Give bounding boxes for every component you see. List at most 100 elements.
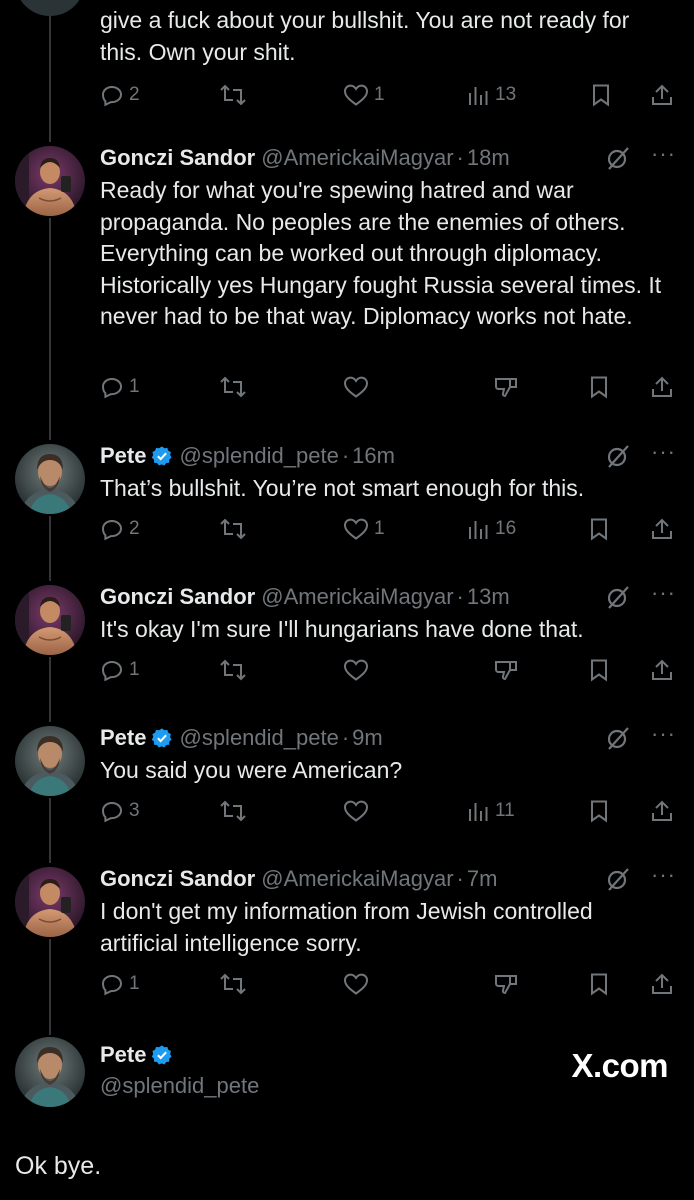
reply-icon xyxy=(101,85,123,107)
tweet-text: Ok bye. xyxy=(15,1152,102,1180)
avatar[interactable] xyxy=(15,1037,85,1107)
timestamp[interactable]: 13m xyxy=(467,584,510,610)
repost-icon xyxy=(220,84,246,106)
reply-count: 1 xyxy=(129,659,140,680)
views-count: 11 xyxy=(495,800,515,821)
author-name[interactable]: Gonczi Sandor xyxy=(100,584,255,610)
repost-button[interactable] xyxy=(220,370,246,404)
timestamp[interactable]: 9m xyxy=(352,725,383,751)
avatar[interactable] xyxy=(15,146,85,216)
timestamp[interactable]: 7m xyxy=(467,866,498,892)
separator: · xyxy=(456,145,464,170)
tweet-header: Gonczi Sandor @AmerickaiMagyar · 18m ··· xyxy=(100,142,676,174)
reply-count: 3 xyxy=(129,800,140,821)
reply-button[interactable]: 1 xyxy=(100,653,140,687)
downvote-button[interactable] xyxy=(494,370,520,404)
reply-count: 1 xyxy=(129,973,140,994)
timestamp[interactable]: 18m xyxy=(467,145,510,171)
share-icon xyxy=(652,518,672,539)
author-name[interactable]: Gonczi Sandor xyxy=(100,866,255,892)
like-button[interactable] xyxy=(343,967,374,1001)
author-handle[interactable]: @AmerickaiMagyar xyxy=(261,145,453,171)
tweet-header: Pete @splendid_pete · 16m ··· xyxy=(100,440,676,472)
reply-button[interactable]: 1 xyxy=(100,370,140,404)
share-button[interactable] xyxy=(650,78,674,112)
downvote-icon xyxy=(495,975,517,995)
tweet-text: I don't get my information from Jewish c… xyxy=(100,898,593,956)
reply-icon xyxy=(101,660,123,682)
repost-button[interactable] xyxy=(220,794,246,828)
share-button[interactable] xyxy=(650,794,674,828)
bookmark-button[interactable] xyxy=(587,794,611,828)
tweet-actions: 2 1 16 xyxy=(100,512,676,546)
bookmark-button[interactable] xyxy=(589,78,613,112)
more-icon[interactable]: ··· xyxy=(651,582,676,604)
reply-button[interactable]: 2 xyxy=(100,78,140,112)
author-name[interactable]: Pete xyxy=(100,1042,146,1068)
share-button[interactable] xyxy=(650,967,674,1001)
like-count: 1 xyxy=(374,518,385,539)
author-handle[interactable]: @AmerickaiMagyar xyxy=(261,584,453,610)
bookmark-button[interactable] xyxy=(587,653,611,687)
more-icon[interactable]: ··· xyxy=(651,723,676,745)
bookmark-icon xyxy=(591,518,607,541)
more-icon[interactable]: ··· xyxy=(651,143,676,165)
like-button[interactable] xyxy=(343,370,374,404)
tweet-actions: 1 xyxy=(100,370,676,404)
tweet-text: Ready for what you're spewing hatred and… xyxy=(100,177,662,329)
tweet-text: That’s bullshit. You’re not smart enough… xyxy=(100,475,585,501)
repost-button[interactable] xyxy=(220,78,246,112)
thread-line xyxy=(49,0,51,142)
tweet-actions: 1 xyxy=(100,653,676,687)
avatar[interactable] xyxy=(15,867,85,937)
tweet-header: Gonczi Sandor @AmerickaiMagyar · 7m ··· xyxy=(100,863,676,895)
timestamp[interactable]: 16m xyxy=(352,443,395,469)
like-icon xyxy=(343,376,369,398)
like-button[interactable]: 1 xyxy=(343,512,385,546)
tweet-header: Gonczi Sandor @AmerickaiMagyar · 13m ··· xyxy=(100,581,676,613)
author-name[interactable]: Pete xyxy=(100,443,146,469)
reply-button[interactable]: 2 xyxy=(100,512,140,546)
avatar[interactable] xyxy=(15,726,85,796)
views-button[interactable]: 11 xyxy=(466,794,515,828)
bookmark-icon xyxy=(591,800,607,823)
reply-button[interactable]: 1 xyxy=(100,967,140,1001)
repost-button[interactable] xyxy=(220,512,246,546)
more-icon[interactable]: ··· xyxy=(651,864,676,886)
author-handle[interactable]: @AmerickaiMagyar xyxy=(261,866,453,892)
avatar[interactable] xyxy=(15,444,85,514)
tweet-actions: 1 xyxy=(100,967,676,1001)
bookmark-button[interactable] xyxy=(587,370,611,404)
more-icon[interactable]: ··· xyxy=(651,441,676,463)
author-name[interactable]: Pete xyxy=(100,725,146,751)
grok-icon xyxy=(607,445,629,468)
downvote-button[interactable] xyxy=(494,967,520,1001)
tweet-text: It's okay I'm sure I'll hungarians have … xyxy=(100,616,584,642)
views-button[interactable]: 16 xyxy=(466,512,516,546)
share-button[interactable] xyxy=(650,370,674,404)
repost-icon xyxy=(220,800,246,822)
repost-button[interactable] xyxy=(220,967,246,1001)
like-button[interactable] xyxy=(343,794,374,828)
author-handle[interactable]: @splendid_pete xyxy=(179,725,338,751)
author-name[interactable]: Gonczi Sandor xyxy=(100,145,255,171)
views-button[interactable]: 13 xyxy=(466,78,516,112)
share-button[interactable] xyxy=(650,653,674,687)
thread-line xyxy=(49,939,51,1035)
reply-button[interactable]: 3 xyxy=(100,794,140,828)
bookmark-button[interactable] xyxy=(587,967,611,1001)
like-icon xyxy=(343,84,369,106)
avatar[interactable] xyxy=(15,0,85,16)
avatar[interactable] xyxy=(15,585,85,655)
downvote-icon xyxy=(495,661,517,681)
bookmark-icon xyxy=(593,84,609,107)
downvote-button[interactable] xyxy=(494,653,520,687)
grok-icon xyxy=(607,586,629,609)
author-handle[interactable]: @splendid_pete xyxy=(179,443,338,469)
like-button[interactable] xyxy=(343,653,374,687)
reply-count: 1 xyxy=(129,376,140,397)
repost-button[interactable] xyxy=(220,653,246,687)
like-button[interactable]: 1 xyxy=(343,78,385,112)
bookmark-button[interactable] xyxy=(587,512,611,546)
share-button[interactable] xyxy=(650,512,674,546)
